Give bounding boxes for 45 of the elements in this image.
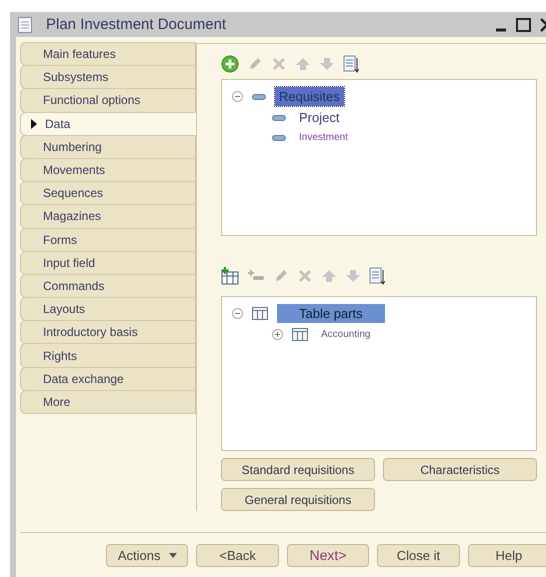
footer-button[interactable]: Close it [377,544,460,566]
footer-button[interactable]: Help [468,544,546,566]
expand-icon[interactable] [272,329,283,340]
add-icon[interactable] [221,54,239,73]
side-tab[interactable]: Main features [20,42,196,66]
side-tab[interactable]: Functional options [20,88,196,113]
section-button[interactable]: Characteristics [383,458,537,482]
side-tab[interactable]: Forms [20,228,196,252]
section-button[interactable]: Standard requisitions [221,458,375,482]
document-arrow-icon[interactable] [343,54,359,73]
attribute-icon [272,134,286,141]
document-arrow-icon[interactable] [369,266,385,285]
footer-button[interactable]: <Back [196,544,279,566]
tree-item[interactable]: Project [295,108,344,128]
footer-button[interactable]: Actions [106,544,188,566]
side-tab[interactable]: Data exchange [20,366,196,391]
side-tab[interactable]: Sequences [20,181,196,206]
attribute-icon [272,114,286,121]
side-tab[interactable]: Magazines [20,204,196,228]
table-icon [292,328,308,342]
side-tab[interactable]: Introductory basis [20,320,196,344]
document-icon [18,16,32,32]
caret-icon [168,552,177,558]
side-tab[interactable]: Input field [20,250,196,275]
table-icon [252,307,268,320]
side-tab[interactable]: Movements [20,158,196,182]
side-tab[interactable]: Numbering [20,134,196,159]
side-tab[interactable]: Data [20,112,196,136]
side-tab[interactable]: More [20,390,196,414]
window-title: Plan Investment Document [46,16,226,33]
attribute-icon [252,94,266,100]
section-button[interactable]: General requisitions [221,488,375,512]
tree-item[interactable]: Table parts [277,304,385,324]
pointer-icon [31,118,37,129]
side-tab[interactable]: Layouts [20,297,196,322]
tree-item[interactable]: Accounting [317,327,374,342]
maximize-icon[interactable] [516,18,531,32]
side-tab[interactable]: Commands [20,274,196,298]
collapse-icon[interactable] [232,91,243,102]
tree-item[interactable]: Investment [295,130,352,146]
footer-button[interactable]: Next> [286,544,370,566]
add-table-icon[interactable] [221,266,239,285]
collapse-icon[interactable] [232,308,243,320]
side-tab[interactable]: Rights [20,343,196,368]
side-tab[interactable]: Subsystems [20,65,196,90]
